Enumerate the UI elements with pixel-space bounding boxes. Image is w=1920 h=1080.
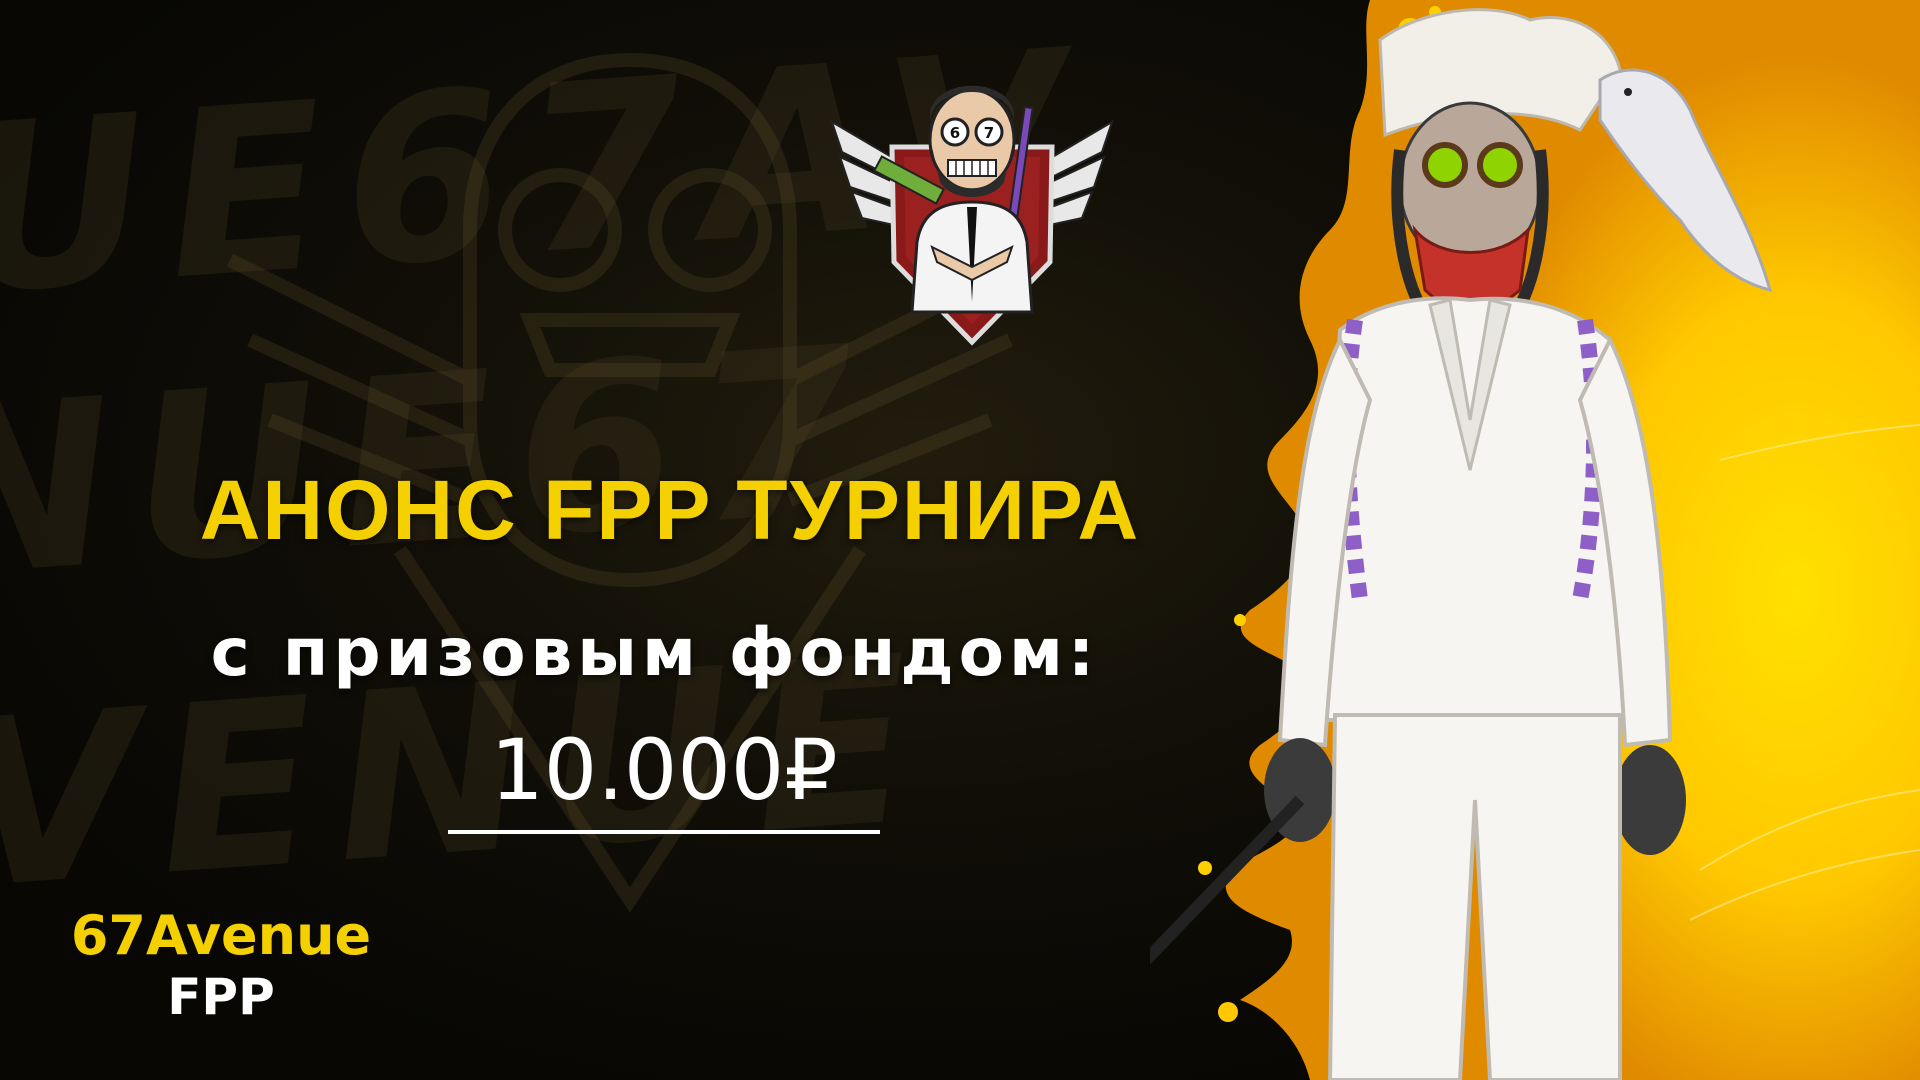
svg-text:6: 6 — [950, 124, 960, 142]
tournament-banner: UE67AV NUE67 VENUE 6 7 АНОНС FPP ТУРНИРА… — [0, 0, 1920, 1080]
game-mode-label: FPP — [167, 967, 275, 1026]
brand-name: 67Avenue — [70, 904, 372, 967]
brand-block: 67Avenue FPP — [36, 904, 406, 1026]
prize-pool-label: с призовым фондом: — [210, 614, 1100, 691]
headline-title: АНОНС FPP ТУРНИРА — [199, 463, 1141, 557]
67avenue-logo: 6 7 — [830, 85, 1114, 346]
prize-amount: 10.000₽ — [448, 728, 880, 834]
svg-text:7: 7 — [984, 124, 994, 142]
